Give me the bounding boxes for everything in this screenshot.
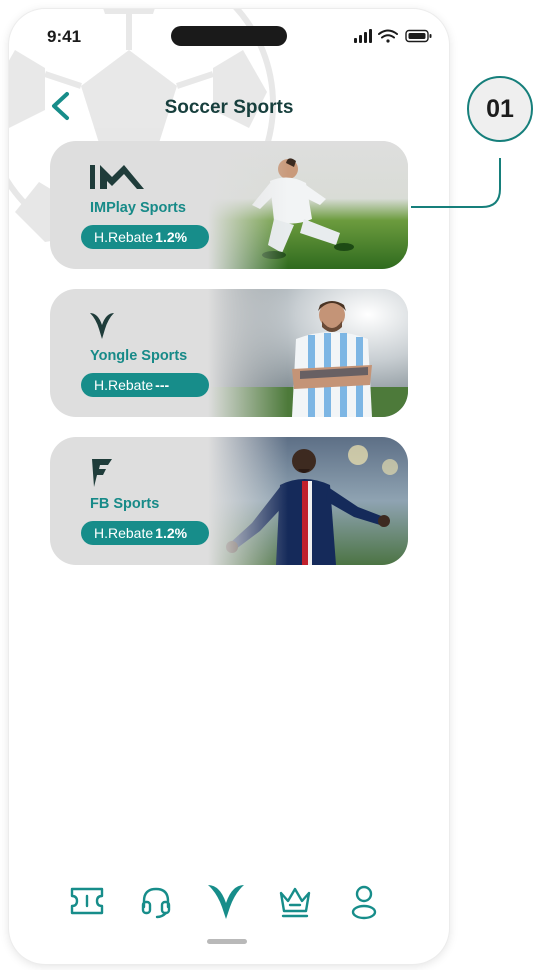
- provider-name: Yongle Sports: [90, 348, 188, 364]
- rebate-label: H.Rebate: [94, 229, 154, 245]
- phone-frame: 9:41 Soccer Sports IMPlay Sports H.Rebat…: [9, 9, 449, 964]
- profile-icon[interactable]: [344, 879, 384, 923]
- photo-fade: [208, 289, 288, 417]
- ticket-icon[interactable]: [67, 879, 107, 923]
- provider-card-implay[interactable]: IMPlay Sports H.Rebate 1.2%: [50, 141, 408, 269]
- rebate-value: ---: [155, 377, 170, 393]
- signal-icon: [354, 29, 372, 43]
- photo-fade: [208, 141, 288, 269]
- fb-logo-icon: [92, 459, 112, 487]
- rebate-badge: H.Rebate 1.2%: [81, 225, 209, 249]
- bottom-tab-bar: [9, 879, 449, 923]
- yongle-logo-icon: [90, 313, 114, 339]
- status-bar: 9:41: [9, 9, 449, 61]
- home-indicator: [207, 939, 247, 944]
- rebate-label: H.Rebate: [94, 377, 154, 393]
- rebate-value: 1.2%: [155, 525, 188, 541]
- rebate-label: H.Rebate: [94, 525, 154, 541]
- notch: [171, 26, 287, 46]
- provider-name: FB Sports: [90, 496, 160, 512]
- headset-icon[interactable]: [136, 879, 176, 923]
- page-title: Soccer Sports: [164, 97, 294, 118]
- callout-badge: 01: [467, 76, 533, 142]
- crown-icon[interactable]: [275, 879, 315, 923]
- provider-name: IMPlay Sports: [90, 200, 186, 216]
- im-logo-icon: [90, 165, 144, 189]
- photo-fade: [208, 437, 288, 565]
- provider-card-fb[interactable]: FB Sports H.Rebate 1.2%: [50, 437, 408, 565]
- rebate-badge: H.Rebate 1.2%: [81, 521, 209, 545]
- rebate-value: 1.2%: [155, 229, 188, 245]
- wifi-icon: [378, 29, 398, 43]
- status-time: 9:41: [47, 27, 82, 46]
- status-icons: [354, 29, 432, 43]
- battery-icon: [405, 29, 432, 43]
- rebate-badge: H.Rebate ---: [81, 373, 209, 397]
- sports-icon[interactable]: [206, 879, 246, 923]
- provider-card-yongle[interactable]: Yongle Sports H.Rebate ---: [50, 289, 408, 417]
